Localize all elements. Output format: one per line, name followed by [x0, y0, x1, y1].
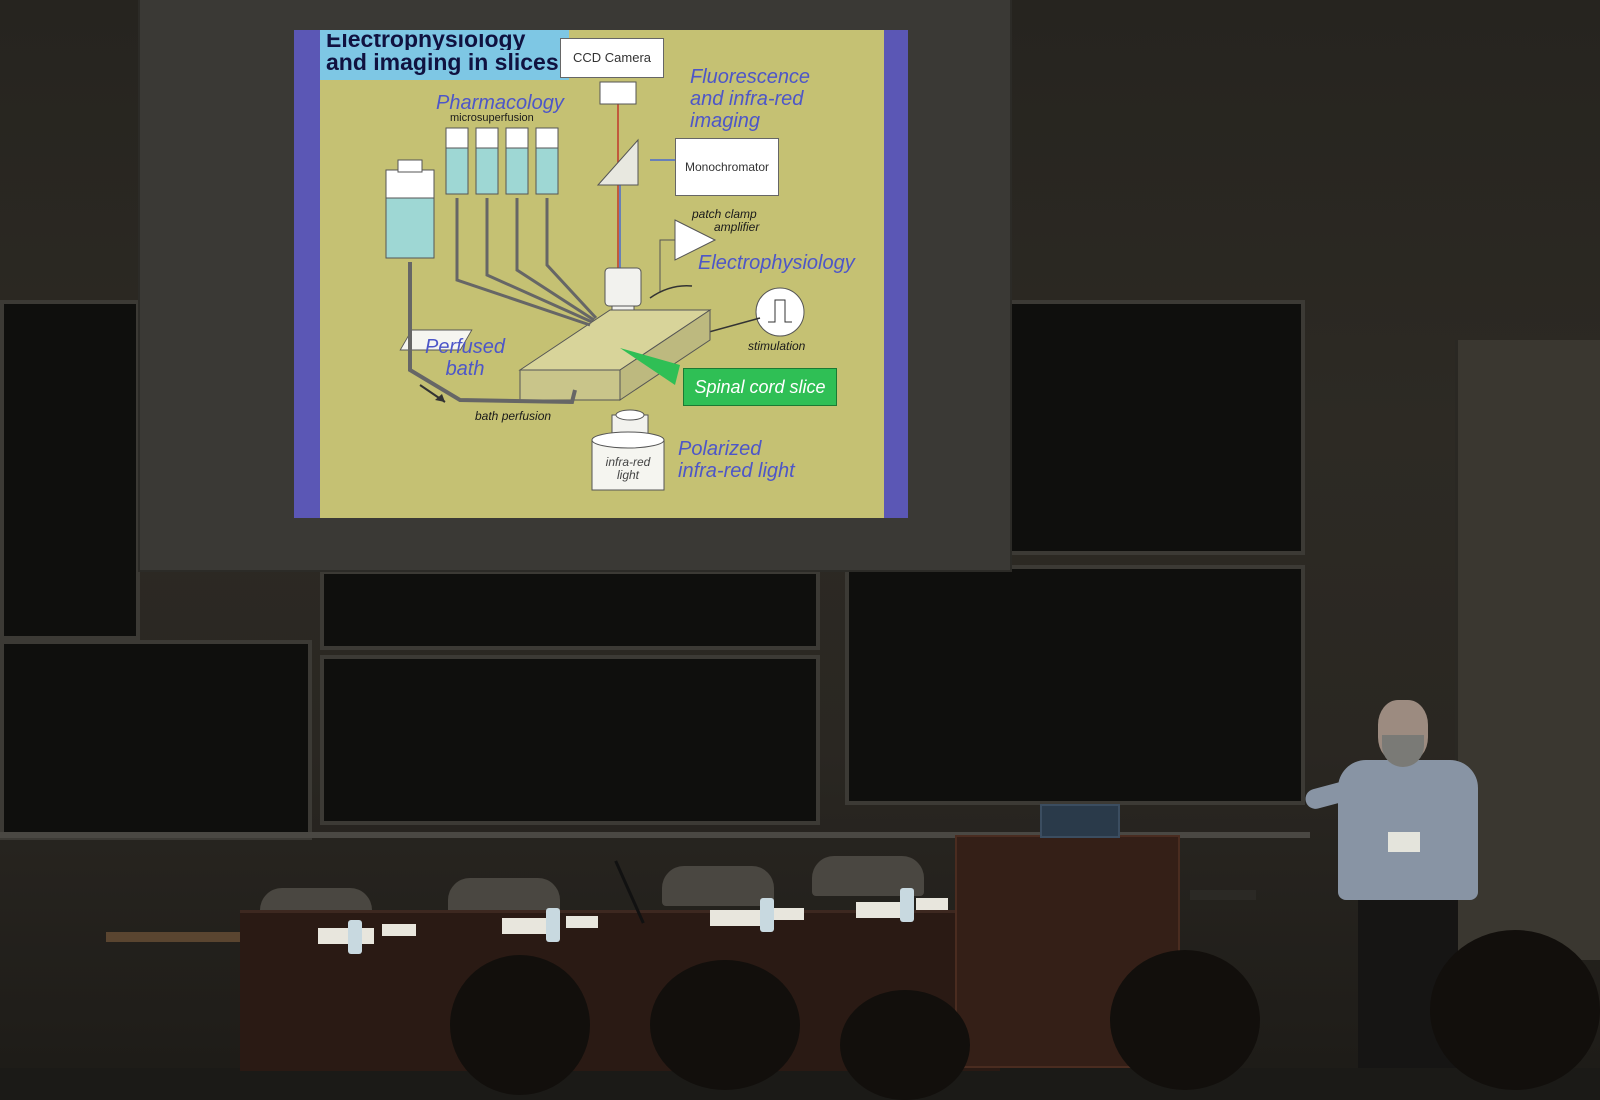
chalkboard-center-lower: [320, 655, 820, 825]
electrophysiology-label: Electrophysiology: [698, 252, 855, 274]
water-bottle: [546, 908, 560, 942]
side-stand: [1190, 890, 1256, 900]
laptop: [1040, 804, 1120, 838]
side-shelf: [106, 932, 240, 942]
ir-light-line2: light: [616, 468, 639, 482]
polarized-line1: Polarized: [678, 438, 762, 460]
paper: [382, 924, 416, 936]
water-bottle: [900, 888, 914, 922]
chalkboard-right-upper: [1005, 300, 1305, 555]
bath-perfusion-label: bath perfusion: [475, 409, 552, 423]
spinal-cord-slice-label: Spinal cord slice: [683, 368, 837, 406]
patch-clamp-label: patch clamp amplifier: [692, 208, 759, 234]
paper: [772, 908, 804, 920]
audience-head: [450, 955, 590, 1095]
audience-head: [1110, 950, 1260, 1090]
perfused-line2: bath: [445, 358, 485, 380]
fluorescence-line3: imaging: [690, 110, 761, 132]
paper: [318, 928, 374, 944]
chalkboard-left-lower: [0, 640, 312, 840]
chair: [662, 866, 774, 906]
polarized-line2: infra-red light: [678, 460, 795, 482]
slide: Electrophysiology and imaging in slices: [294, 30, 908, 518]
perfused-line1: Perfused: [425, 336, 506, 358]
ir-light-source-label: infra-red light: [598, 456, 658, 482]
monochromator-label: Monochromator: [684, 160, 770, 174]
ccd-camera-box: CCD Camera: [560, 38, 664, 78]
audience-head: [650, 960, 800, 1090]
fluorescence-line1: Fluorescence: [690, 66, 811, 88]
polarized-label: Polarized infra-red light: [678, 438, 795, 482]
stimulation-label: stimulation: [748, 339, 806, 353]
chalkboard-left-upper: [0, 300, 140, 640]
ccd-camera-label: CCD Camera: [572, 50, 651, 65]
paper: [566, 916, 598, 928]
fluorescence-label: Fluorescence and infra-red imaging: [690, 66, 810, 132]
microsuperfusion-label: microsuperfusion: [450, 112, 534, 124]
speaker-torso: [1338, 760, 1478, 900]
fluorescence-line2: and infra-red: [690, 88, 804, 110]
audience-head: [840, 990, 970, 1100]
monochromator-box: Monochromator: [675, 138, 779, 196]
paper: [710, 910, 766, 926]
water-bottle: [760, 898, 774, 932]
water-bottle: [348, 920, 362, 954]
audience-head: [1430, 930, 1600, 1090]
paper: [916, 898, 948, 910]
pharmacology-label: Pharmacology: [436, 92, 564, 114]
chalkboard-right-lower: [845, 565, 1305, 805]
perfused-bath-label: Perfused bath: [425, 336, 505, 380]
patch-clamp-line2: amplifier: [714, 220, 760, 234]
name-badge: [1388, 832, 1420, 852]
chalkboard-center-upper: [320, 570, 820, 650]
